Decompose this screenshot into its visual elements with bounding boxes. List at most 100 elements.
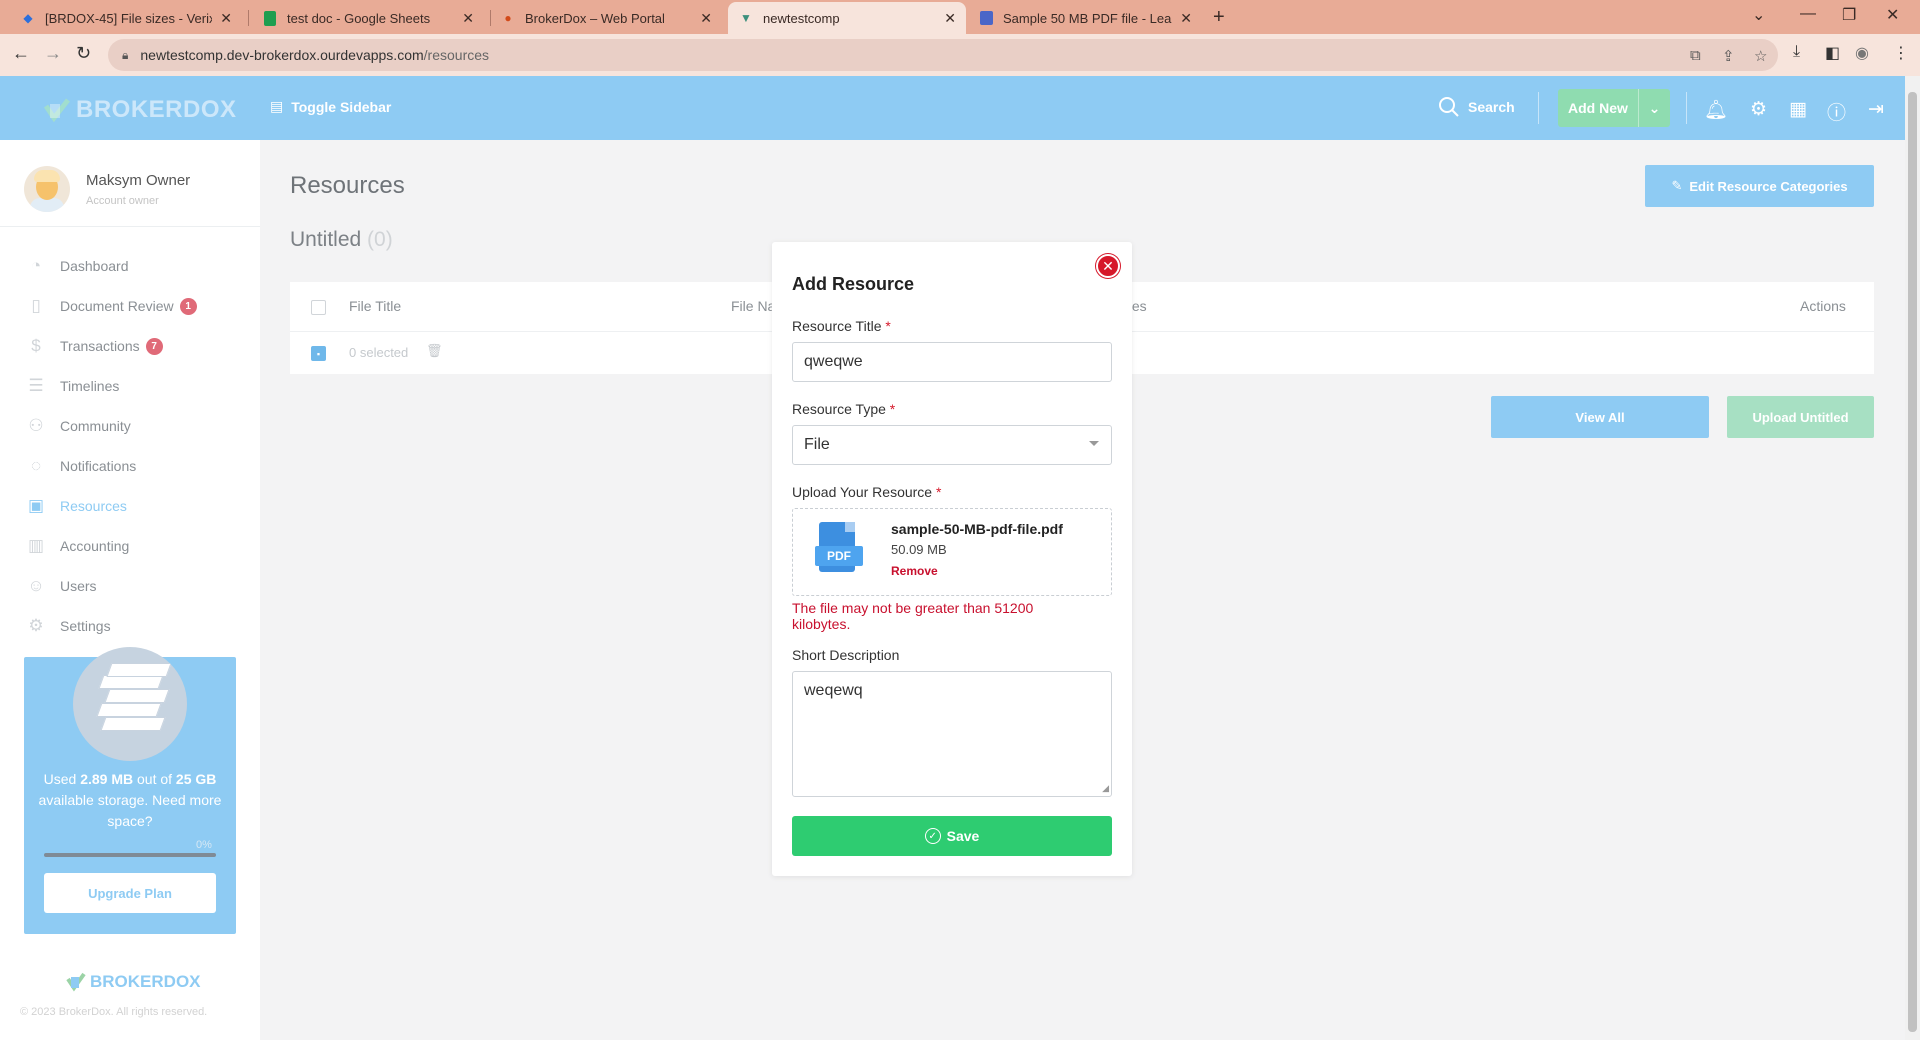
avatar — [24, 166, 70, 212]
browser-tab[interactable]: ● BrokerDox – Web Portal ✕ — [490, 2, 722, 34]
side-panel-icon[interactable]: ◧ — [1825, 43, 1840, 63]
sidebar-item-settings[interactable]: ⚙ Settings — [24, 606, 197, 646]
sidebar-item-document-review[interactable]: ▯ Document Review 1 — [24, 286, 197, 326]
remove-file-link[interactable]: Remove — [891, 564, 938, 578]
close-icon[interactable]: ✕ — [220, 10, 232, 27]
profile-avatar-icon[interactable]: ◉ — [1855, 43, 1869, 63]
user-profile[interactable]: Maksym Owner Account owner — [24, 166, 190, 212]
upload-untitled-button[interactable]: Upload Untitled — [1727, 396, 1874, 438]
column-header-file-title[interactable]: File Title — [349, 298, 401, 314]
tab-search-icon[interactable]: ⌄ — [1752, 5, 1765, 25]
address-bar[interactable]: 🔒︎ newtestcomp.dev-brokerdox.ourdevapps.… — [108, 39, 1778, 71]
ledger-icon: ▥ — [27, 536, 45, 555]
restore-icon[interactable]: ❐ — [1842, 5, 1856, 25]
sidebar-item-accounting[interactable]: ▥ Accounting — [24, 526, 197, 566]
upgrade-plan-button[interactable]: Upgrade Plan — [44, 873, 216, 913]
toggle-sidebar-label: Toggle Sidebar — [291, 98, 392, 115]
page-scrollbar[interactable] — [1905, 76, 1920, 1040]
select-all-checkbox[interactable] — [311, 300, 326, 315]
resize-handle-icon[interactable]: ◢ — [1102, 783, 1109, 794]
new-tab-icon[interactable]: + — [1213, 6, 1225, 29]
save-button[interactable]: ✓ Save — [792, 816, 1112, 856]
selected-count: 0 selected — [349, 345, 409, 360]
close-icon[interactable]: ✕ — [1096, 254, 1120, 278]
toggle-sidebar-button[interactable]: ▤ Toggle Sidebar — [270, 98, 391, 115]
window-close-icon[interactable]: ✕ — [1886, 5, 1899, 25]
timeline-icon: ☰ — [28, 376, 44, 395]
browser-tab-active[interactable]: ▼ newtestcomp ✕ — [728, 2, 966, 34]
sidebar-item-dashboard[interactable]: ◔ Dashboard — [24, 246, 197, 286]
category-title: Untitled (0) — [290, 228, 393, 251]
search-button[interactable]: Search — [1438, 96, 1515, 118]
resource-type-select[interactable]: File — [792, 425, 1112, 465]
gear-icon[interactable]: ⚙ — [1750, 98, 1767, 121]
sidebar-item-label: Accounting — [60, 538, 130, 554]
browser-tab[interactable]: Sample 50 MB PDF file - Learnin ✕ — [968, 2, 1202, 34]
sidebar-item-community[interactable]: ⚇ Community — [24, 406, 197, 446]
bell-icon[interactable]: 🔔︎ — [1704, 98, 1728, 122]
document-icon: ▯ — [31, 296, 41, 315]
bulk-select-checkbox[interactable]: ▪ — [311, 346, 326, 361]
column-header-actions: Actions — [1800, 298, 1846, 314]
count-badge: 1 — [179, 297, 197, 315]
caret-down-icon — [1089, 441, 1099, 446]
app-header: BROKERDOX ▤ Toggle Sidebar Search Add Ne… — [0, 76, 1905, 140]
sidebar-item-label: Resources — [60, 498, 127, 514]
logo-text: BROKERDOX — [76, 96, 237, 123]
trash-icon[interactable]: 🗑︎ — [426, 343, 443, 359]
logo-mark-icon — [44, 98, 70, 122]
sidebar-item-label: Settings — [60, 618, 111, 634]
sidebar-item-resources[interactable]: ▣ Resources — [24, 486, 197, 526]
sidebar-item-notifications[interactable]: ◌ Notifications — [24, 446, 197, 486]
sidebar-item-timelines[interactable]: ☰ Timelines — [24, 366, 197, 406]
close-icon[interactable]: ✕ — [1180, 10, 1192, 27]
sidebar-item-users[interactable]: ☺ Users — [24, 566, 197, 606]
header-divider — [1686, 92, 1687, 124]
sidebar-icon: ▤ — [270, 98, 284, 114]
reload-icon[interactable]: ↻ — [76, 43, 91, 64]
copyright: © 2023 BrokerDox. All rights reserved. — [20, 1006, 208, 1018]
close-icon[interactable]: ✕ — [944, 10, 956, 27]
logout-icon[interactable]: ⇥ — [1868, 98, 1884, 121]
url-path: /resources — [423, 47, 490, 63]
tab-title: Sample 50 MB PDF file - Learnin — [1003, 10, 1172, 26]
sidebar-item-label: Timelines — [60, 378, 120, 394]
back-icon[interactable]: ← — [12, 43, 30, 64]
forward-icon[interactable]: → — [44, 43, 62, 64]
sidebar-item-label: Transactions — [60, 338, 140, 354]
file-dropzone[interactable]: PDF sample-50-MB-pdf-file.pdf 50.09 MB R… — [792, 508, 1112, 596]
share-icon[interactable]: ⇪ — [1722, 47, 1735, 65]
user-name: Maksym Owner — [86, 171, 191, 189]
download-icon[interactable]: ⤓ — [1793, 43, 1800, 61]
close-icon[interactable]: ✕ — [700, 10, 712, 27]
tab-title: [BRDOX-45] File sizes - Verixity — [45, 10, 213, 26]
brand-logo[interactable]: BROKERDOX — [44, 96, 237, 124]
resource-title-input[interactable]: qweqwe — [792, 342, 1112, 382]
bookmark-star-icon[interactable]: ☆ — [1754, 47, 1767, 65]
help-icon[interactable]: ⓘ — [1827, 98, 1846, 125]
sidebar-item-transactions[interactable]: $ Transactions 7 — [24, 326, 197, 366]
close-icon[interactable]: ✕ — [462, 10, 474, 27]
sidebar-item-label: Community — [60, 418, 131, 434]
translate-icon[interactable]: ⧉ — [1690, 47, 1701, 64]
browser-menu-icon[interactable]: ⋮ — [1893, 43, 1909, 63]
short-description-textarea[interactable]: weqewq ◢ — [792, 671, 1112, 797]
save-label: Save — [946, 828, 980, 844]
brokerdox-icon: ● — [504, 11, 512, 25]
minimize-icon[interactable]: — — [1800, 5, 1816, 23]
gear-icon: ⚙ — [28, 616, 44, 635]
vue-icon: ▼ — [740, 11, 752, 25]
edit-resource-categories-button[interactable]: ✎ Edit Resource Categories — [1645, 165, 1874, 207]
chat-icon: ◌ — [30, 456, 42, 475]
column-header-file-name[interactable]: File Na — [731, 298, 775, 314]
add-new-button[interactable]: Add New ⌄ — [1558, 89, 1670, 127]
file-size-error: The file may not be greater than 51200 k… — [792, 600, 1034, 632]
scrollbar-thumb[interactable] — [1908, 92, 1917, 1032]
user-role: Account owner — [86, 194, 159, 207]
calculator-icon[interactable]: ▦ — [1789, 98, 1807, 121]
browser-tab[interactable]: ◆ [BRDOX-45] File sizes - Verixity ✕ — [10, 2, 242, 34]
storage-percent: 0% — [196, 839, 212, 851]
browser-tab[interactable]: test doc - Google Sheets ✕ — [252, 2, 484, 34]
view-all-button[interactable]: View All — [1491, 396, 1709, 438]
upload-resource-label: Upload Your Resource * — [792, 484, 942, 500]
